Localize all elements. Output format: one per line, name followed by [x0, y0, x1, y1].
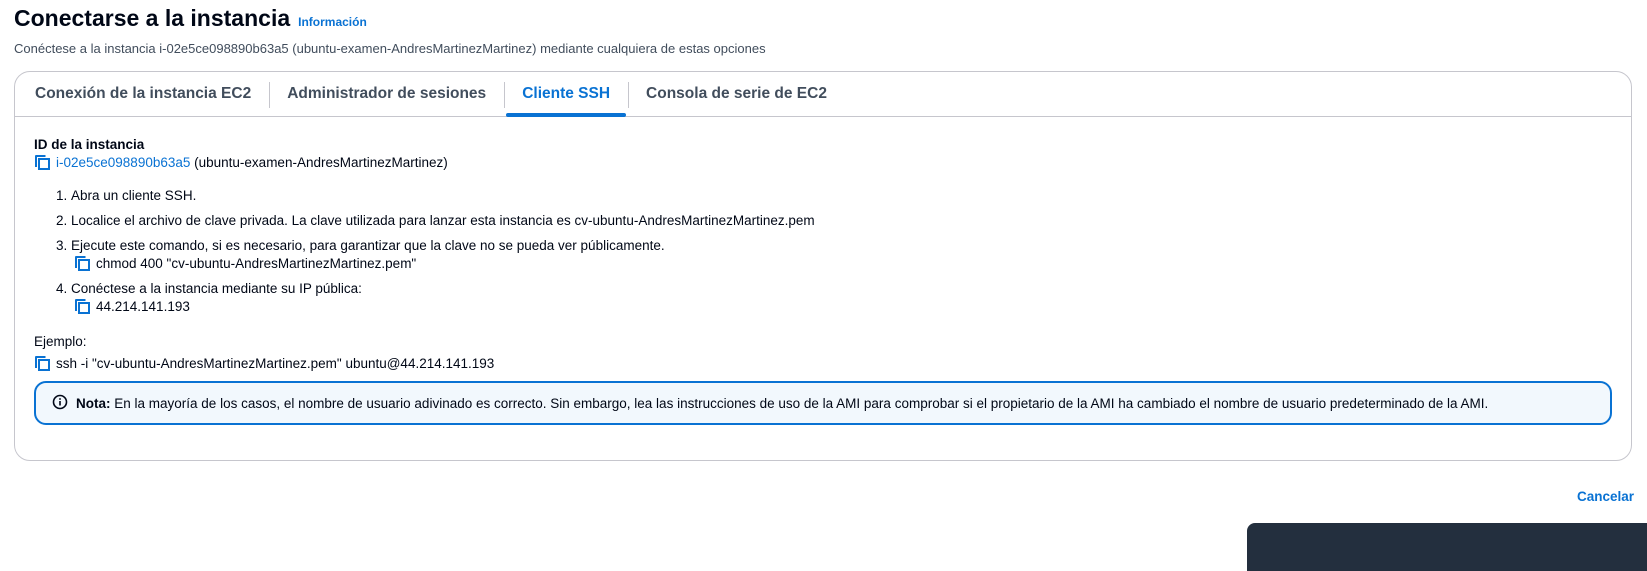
connect-options-card: Conexión de la instancia EC2 Administrad… — [14, 71, 1632, 461]
step-text: Localice el archivo de clave privada. La… — [71, 213, 815, 228]
tab-ec2-instance-connect[interactable]: Conexión de la instancia EC2 — [17, 72, 269, 116]
step-text: Conéctese a la instancia mediante su IP … — [71, 281, 362, 296]
copy-icon[interactable] — [34, 154, 50, 170]
step-text: Ejecute este comando, si es necesario, p… — [71, 238, 665, 253]
copy-icon[interactable] — [74, 255, 90, 271]
chmod-command: chmod 400 "cv-ubuntu-AndresMartinezMarti… — [96, 255, 417, 271]
tab-session-manager[interactable]: Administrador de sesiones — [269, 72, 504, 116]
public-ip: 44.214.141.193 — [96, 298, 190, 314]
cancel-button[interactable]: Cancelar — [1577, 489, 1634, 504]
instance-name: (ubuntu-examen-AndresMartinezMartinez) — [194, 154, 448, 170]
alert-title: Nota: — [76, 395, 111, 411]
list-item: Ejecute este comando, si es necesario, p… — [71, 238, 1612, 271]
tab-ec2-serial-console[interactable]: Consola de serie de EC2 — [628, 72, 845, 116]
chmod-command-row: chmod 400 "cv-ubuntu-AndresMartinezMarti… — [74, 255, 1612, 271]
list-item: Localice el archivo de clave privada. La… — [71, 213, 1612, 228]
info-link[interactable]: Información — [298, 15, 367, 29]
example-label: Ejemplo: — [34, 334, 87, 349]
notification-panel — [1247, 523, 1647, 571]
info-alert: Nota: En la mayoría de los casos, el nom… — [34, 381, 1612, 425]
instance-id-link[interactable]: i-02e5ce098890b63a5 — [56, 155, 190, 170]
tab-bar: Conexión de la instancia EC2 Administrad… — [15, 72, 1631, 117]
page-subtitle: Conéctese a la instancia i-02e5ce098890b… — [14, 41, 766, 56]
example-command: ssh -i "cv-ubuntu-AndresMartinezMartinez… — [56, 355, 495, 371]
ssh-client-panel: ID de la instancia i-02e5ce098890b63a5 (… — [15, 117, 1631, 445]
copy-icon[interactable] — [34, 355, 50, 371]
alert-text: En la mayoría de los casos, el nombre de… — [114, 395, 1489, 411]
list-item: Conéctese a la instancia mediante su IP … — [71, 281, 1612, 314]
steps-list: Abra un cliente SSH. Localice el archivo… — [34, 188, 1612, 314]
page-header: Conectarse a la instancia Información Co… — [14, 4, 1634, 56]
list-item: Abra un cliente SSH. — [71, 188, 1612, 203]
copy-icon[interactable] — [74, 298, 90, 314]
tab-ssh-client[interactable]: Cliente SSH — [504, 72, 628, 117]
title-row: Conectarse a la instancia Información — [14, 4, 1634, 32]
step-text: Abra un cliente SSH. — [71, 188, 197, 203]
instance-id-row: i-02e5ce098890b63a5 (ubuntu-examen-Andre… — [34, 154, 1612, 170]
example-command-row: ssh -i "cv-ubuntu-AndresMartinezMartinez… — [34, 355, 1612, 371]
page-title: Conectarse a la instancia — [14, 5, 291, 31]
info-icon — [52, 394, 68, 413]
public-ip-row: 44.214.141.193 — [74, 298, 1612, 314]
instance-id-label: ID de la instancia — [34, 137, 145, 152]
